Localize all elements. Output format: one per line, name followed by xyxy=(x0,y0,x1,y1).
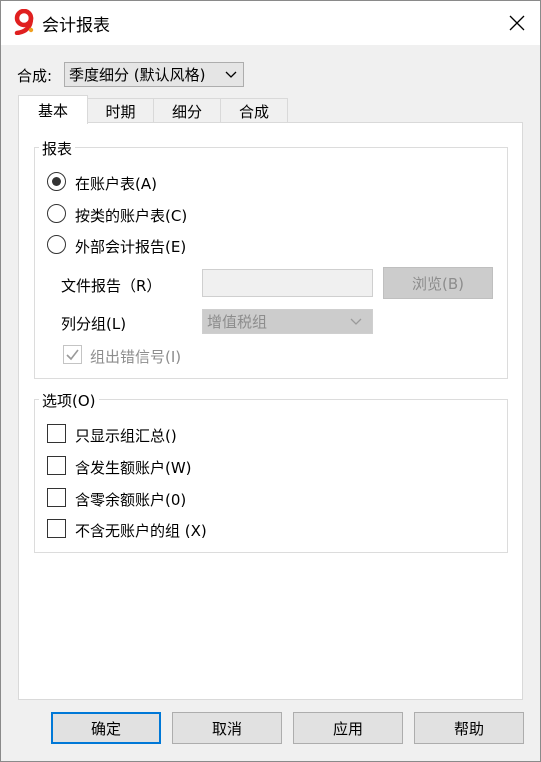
file-report-field[interactable] xyxy=(202,269,373,297)
chevron-down-icon xyxy=(350,318,362,325)
radio-external-report-label: 外部会计报告(E) xyxy=(75,238,187,256)
radio-account-table[interactable] xyxy=(47,172,66,191)
include-activity-accounts-label: 含发生额账户(W) xyxy=(75,459,192,477)
tab-breakdown[interactable]: 细分 xyxy=(153,98,221,124)
cancel-button-label: 取消 xyxy=(211,719,242,738)
compose-dropdown-value: 季度细分 (默认风格) xyxy=(69,66,206,84)
browse-button[interactable]: 浏览(B) xyxy=(383,267,493,299)
exclude-empty-groups-label: 不含无账户的组 (X) xyxy=(75,522,207,540)
show-group-totals-label: 只显示组汇总() xyxy=(75,427,177,445)
browse-button-label: 浏览(B) xyxy=(412,274,464,293)
tab-compose[interactable]: 合成 xyxy=(220,98,288,124)
tab-period[interactable]: 时期 xyxy=(87,98,154,124)
window-title: 会计报表 xyxy=(42,16,110,36)
exclude-empty-groups-checkbox[interactable] xyxy=(47,519,66,538)
show-group-totals-checkbox[interactable] xyxy=(47,424,66,443)
dialog-window: 会计报表 合成: 季度细分 (默认风格) 基本 时期 细分 合成 报表 在账户表… xyxy=(0,0,541,762)
radio-external-report[interactable] xyxy=(47,235,66,254)
group-error-checkbox[interactable] xyxy=(63,345,82,364)
ok-button-label: 确定 xyxy=(90,719,121,738)
radio-account-table-by-class-label: 按类的账户表(C) xyxy=(75,207,188,225)
close-button[interactable] xyxy=(494,1,540,45)
radio-account-table-label: 在账户表(A) xyxy=(75,175,157,193)
title-bar: 会计报表 xyxy=(1,1,540,45)
compose-label: 合成: xyxy=(17,67,53,85)
column-group-label: 列分组(L) xyxy=(61,315,127,333)
close-icon xyxy=(509,15,525,31)
chevron-down-icon xyxy=(225,71,237,78)
column-group-dropdown-value: 增值税组 xyxy=(207,313,268,331)
help-button[interactable]: 帮助 xyxy=(414,712,524,744)
app-logo-icon xyxy=(12,8,38,36)
include-zero-balance-label: 含零余额账户(0) xyxy=(75,491,187,509)
tab-period-label: 时期 xyxy=(105,103,136,121)
tab-compose-label: 合成 xyxy=(238,103,269,121)
include-zero-balance-checkbox[interactable] xyxy=(47,488,66,507)
column-group-dropdown[interactable]: 增值税组 xyxy=(202,309,373,334)
apply-button-label: 应用 xyxy=(332,719,363,738)
compose-dropdown[interactable]: 季度细分 (默认风格) xyxy=(64,62,244,87)
cancel-button[interactable]: 取消 xyxy=(172,712,282,744)
tab-basic-label: 基本 xyxy=(37,101,68,120)
tab-breakdown-label: 细分 xyxy=(171,103,202,121)
ok-button[interactable]: 确定 xyxy=(51,712,161,744)
file-report-label: 文件报告（R） xyxy=(61,277,162,295)
group-error-label: 组出错信号(I) xyxy=(90,348,182,366)
help-button-label: 帮助 xyxy=(453,719,484,738)
tab-basic[interactable]: 基本 xyxy=(18,95,88,124)
report-group-title: 报表 xyxy=(39,138,76,159)
radio-account-table-by-class[interactable] xyxy=(47,204,66,223)
include-activity-accounts-checkbox[interactable] xyxy=(47,456,66,475)
apply-button[interactable]: 应用 xyxy=(293,712,403,744)
checkmark-icon xyxy=(66,349,79,361)
options-group-title: 选项(O) xyxy=(39,390,99,411)
